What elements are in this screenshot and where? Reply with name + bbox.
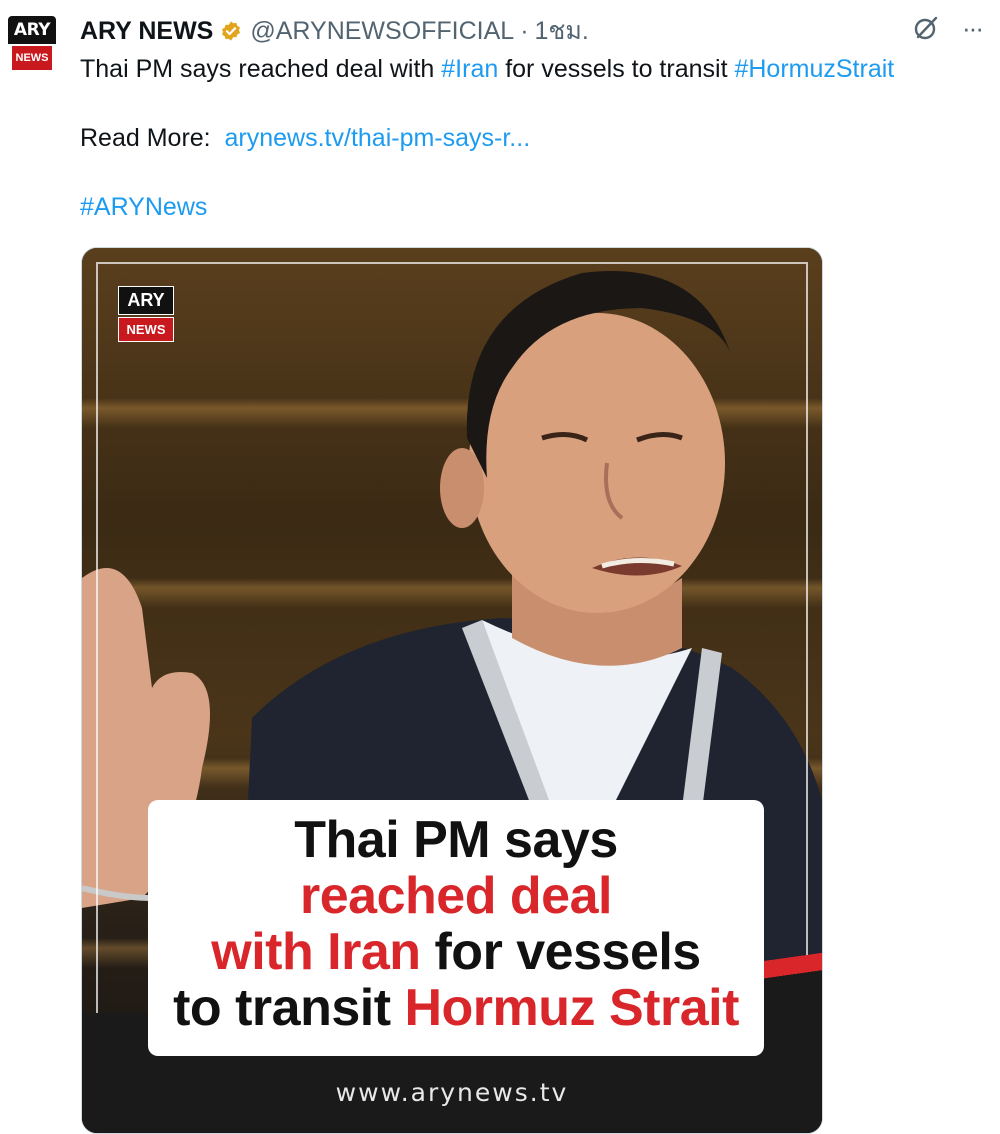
hashtag-link-arynews[interactable]: #ARYNews (80, 193, 207, 221)
caption-line-4: to transit Hormuz Strait (148, 980, 764, 1036)
photo-logo-top: ARY (118, 286, 174, 315)
tweet-line-hashtag: #ARYNews (80, 190, 980, 224)
read-more-label: Read More: (80, 124, 225, 152)
tweet-text: Thai PM says reached deal with #Iran for… (80, 52, 980, 224)
avatar-logo-top: ARY (8, 16, 56, 44)
photo-logo-bottom: NEWS (118, 317, 174, 342)
tweet-timestamp[interactable]: 1ชม. (535, 11, 589, 51)
caption-line-2: reached deal (300, 867, 612, 925)
tweet-line-1: Thai PM says reached deal with #Iran for… (80, 52, 980, 86)
tweet-text-part: for vessels to transit (498, 55, 735, 83)
tweet-actions-top: ··· (912, 14, 984, 42)
more-icon[interactable]: ··· (962, 15, 984, 41)
hashtag-link-iran[interactable]: #Iran (441, 55, 498, 83)
account-handle[interactable]: @ARYNEWSOFFICIAL (250, 17, 514, 46)
tweet-text-part: Thai PM says reached deal with (80, 55, 442, 83)
avatar-logo-bottom: NEWS (12, 46, 52, 70)
account-name[interactable]: ARY NEWS (80, 17, 213, 46)
caption-part: Hormuz Strait (404, 979, 739, 1037)
header-separator: · (520, 16, 529, 45)
avatar[interactable]: ARY NEWS (8, 16, 56, 72)
caption-line-3: with Iran for vessels (148, 924, 764, 980)
verified-badge-icon (222, 21, 241, 41)
photo-ary-logo: ARY NEWS (118, 286, 174, 342)
site-url: www.arynews.tv (335, 1078, 569, 1107)
article-link[interactable]: arynews.tv/thai-pm-says-r... (225, 124, 531, 152)
caption-part: for vessels (420, 923, 701, 981)
tweet-media-image[interactable]: ARY NEWS Thai PM says reached deal with … (81, 247, 823, 1134)
caption-part: to transit (173, 979, 405, 1037)
tweet-line-read-more: Read More: arynews.tv/thai-pm-says-r... (80, 121, 980, 155)
tweet-header: ARY NEWS @ARYNEWSOFFICIAL · 1ชม. (80, 14, 589, 48)
headline-caption: Thai PM says reached deal with Iran for … (148, 800, 764, 1056)
grok-icon[interactable] (912, 14, 940, 42)
caption-line-1: Thai PM says (294, 811, 618, 869)
hashtag-link-hormuz[interactable]: #HormuzStrait (734, 55, 894, 83)
caption-part: with Iran (211, 923, 421, 981)
